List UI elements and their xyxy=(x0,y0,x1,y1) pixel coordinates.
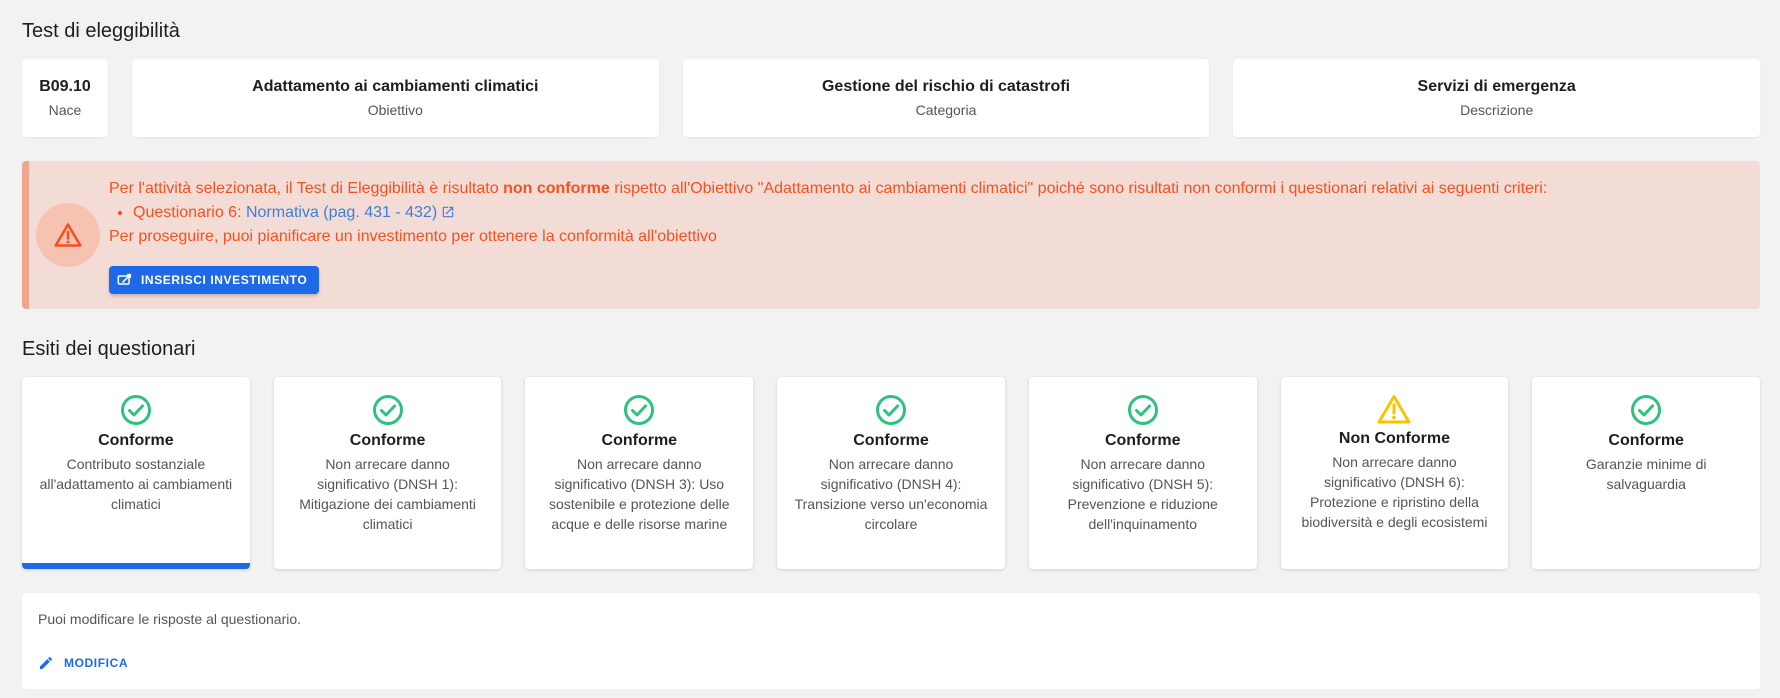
results-cards: Conforme Contributo sostanziale all'adat… xyxy=(22,377,1761,569)
questionnaire-description: Garanzie minime di salvaguardia xyxy=(1585,456,1707,492)
questionnaire-card[interactable]: Non Conforme Non arrecare danno signific… xyxy=(1280,377,1509,569)
non-conformity-alert: Per l'attività selezionata, il Test di E… xyxy=(22,161,1760,309)
questionnaire-status: Conforme xyxy=(349,432,426,449)
edit-panel: Puoi modificare le risposte al questiona… xyxy=(22,593,1760,689)
alert-text-bold: non conforme xyxy=(503,180,610,197)
alert-body: Per l'attività selezionata, il Test di E… xyxy=(109,177,1740,249)
criteria-item-label: Questionario 6: xyxy=(133,204,246,221)
check-circle-icon xyxy=(120,395,151,425)
edit-hint: Puoi modificare le risposte al questiona… xyxy=(38,611,302,627)
info-row: B09.10 Nace Adattamento ai cambiamenti c… xyxy=(22,59,1761,137)
category-label: Categoria xyxy=(915,102,977,118)
questionnaire-description: Non arrecare danno significativo (DNSH 3… xyxy=(549,456,730,532)
questionnaire-card[interactable]: Conforme Non arrecare danno significativ… xyxy=(525,377,754,569)
category-value: Gestione del rischio di catastrofi xyxy=(821,78,1071,95)
check-circle-icon xyxy=(372,395,403,425)
alert-footer: Per proseguire, puoi pianificare un inve… xyxy=(109,228,717,245)
results-title: Esiti dei questionari xyxy=(22,338,196,360)
questionnaire-status: Conforme xyxy=(601,432,678,449)
check-circle-icon xyxy=(1631,395,1662,425)
alert-message: Per l'attività selezionata, il Test di E… xyxy=(109,177,1740,201)
questionnaire-status: Non Conforme xyxy=(1338,430,1450,447)
add-investment-label: INSERISCI INVESTIMENTO xyxy=(141,273,308,287)
questionnaire-description: Contributo sostanziale all'adattamento a… xyxy=(39,456,233,512)
questionnaire-description: Non arrecare danno significativo (DNSH 1… xyxy=(299,456,476,532)
description-value: Servizi di emergenza xyxy=(1417,78,1576,95)
pencil-icon xyxy=(40,656,53,669)
questionnaire-card[interactable]: Conforme Non arrecare danno significativ… xyxy=(777,377,1005,569)
objective-card: Adattamento ai cambiamenti climatici Obi… xyxy=(132,59,659,137)
description-label: Descrizione xyxy=(1460,102,1534,118)
questionnaire-description: Non arrecare danno significativo (DNSH 6… xyxy=(1301,454,1488,530)
alert-icon-circle xyxy=(36,203,100,267)
questionnaire-card[interactable]: Conforme Non arrecare danno significativ… xyxy=(273,377,502,569)
criteria-item: Questionario 6: Normativa (pag. 431 - 43… xyxy=(133,201,1740,225)
nace-value: B09.10 xyxy=(39,78,91,95)
questionnaire-status: Conforme xyxy=(98,432,174,449)
objective-label: Obiettivo xyxy=(367,102,423,118)
questionnaire-status: Conforme xyxy=(1104,432,1181,449)
check-circle-icon xyxy=(876,395,907,425)
questionnaire-description: Non arrecare danno significativo (DNSH 4… xyxy=(794,456,988,532)
alert-text-before: Per l'attività selezionata, il Test di E… xyxy=(109,180,504,197)
objective-value: Adattamento ai cambiamenti climatici xyxy=(252,78,539,95)
questionnaire-status: Conforme xyxy=(853,432,929,449)
questionnaire-card[interactable]: Conforme Non arrecare danno significativ… xyxy=(1028,377,1257,569)
edit-button-label: MODIFICA xyxy=(64,656,129,670)
investment-icon xyxy=(117,273,132,285)
warning-icon xyxy=(54,223,82,247)
criteria-list: Questionario 6: Normativa (pag. 431 - 43… xyxy=(133,201,1740,225)
external-link-icon xyxy=(442,206,454,218)
questionnaire-card[interactable]: Conforme Contributo sostanziale all'adat… xyxy=(22,377,250,569)
description-card: Servizi di emergenza Descrizione xyxy=(1233,59,1761,137)
nace-label: Nace xyxy=(48,102,82,118)
nace-card: B09.10 Nace xyxy=(22,59,108,137)
alert-text-after: rispetto all'Obiettivo "Adattamento ai c… xyxy=(609,180,1548,197)
page-title: Test di eleggibilità xyxy=(22,20,180,42)
check-circle-icon xyxy=(624,395,655,425)
regulation-link[interactable]: Normativa (pag. 431 - 432) xyxy=(246,204,455,221)
questionnaire-card[interactable]: Conforme Garanzie minime di salvaguardia xyxy=(1532,377,1761,569)
category-card: Gestione del rischio di catastrofi Categ… xyxy=(682,59,1210,137)
regulation-link-text: Normativa (pag. 431 - 432) xyxy=(245,204,438,221)
warning-icon xyxy=(1377,395,1411,424)
edit-button[interactable]: MODIFICA xyxy=(38,651,128,675)
page: Test di eleggibilità B09.10 Nace Adattam… xyxy=(0,0,1780,698)
add-investment-button[interactable]: INSERISCI INVESTIMENTO xyxy=(109,266,320,294)
check-circle-icon xyxy=(1127,395,1158,425)
questionnaire-description: Non arrecare danno significativo (DNSH 5… xyxy=(1067,456,1218,532)
questionnaire-status: Conforme xyxy=(1608,432,1684,449)
